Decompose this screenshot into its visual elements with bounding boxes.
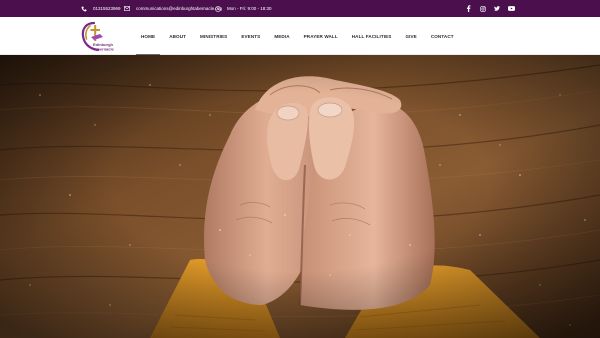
- instagram-icon: [480, 5, 486, 12]
- main-navigation: HOME ABOUT MINISTRIES EVENTS MEDIA PRAYE…: [134, 17, 461, 55]
- top-contact-bar: 01315523969 communications@edinburghtabe…: [0, 0, 600, 17]
- clock-icon: [215, 5, 221, 12]
- email-address: communications@edinburghtabernacle.org: [136, 6, 222, 11]
- nav-events[interactable]: EVENTS: [234, 17, 267, 55]
- facebook-link[interactable]: [466, 0, 471, 17]
- phone-contact[interactable]: 01315523969: [81, 0, 121, 17]
- site-logo[interactable]: Edinburgh Tabernacle: [80, 20, 122, 53]
- nav-contact[interactable]: CONTACT: [424, 17, 461, 55]
- nav-prayer-wall[interactable]: PRAYER WALL: [297, 17, 345, 55]
- site-header: Edinburgh Tabernacle HOME ABOUT MINISTRI…: [0, 17, 600, 55]
- twitter-icon: [494, 6, 500, 11]
- facebook-icon: [466, 5, 471, 12]
- nav-give[interactable]: GIVE: [398, 17, 423, 55]
- twitter-link[interactable]: [494, 0, 500, 17]
- nav-home[interactable]: HOME: [134, 17, 162, 55]
- youtube-link[interactable]: [508, 0, 515, 17]
- phone-icon: [81, 6, 87, 11]
- nav-ministries[interactable]: MINISTRIES: [193, 17, 234, 55]
- email-contact[interactable]: communications@edinburghtabernacle.org: [124, 0, 222, 17]
- hours-text: Mon - Fri: 9:00 - 18:30: [227, 6, 272, 11]
- hero-banner: [0, 55, 600, 338]
- logo-text-line-2: Tabernacle: [93, 47, 115, 52]
- youtube-icon: [508, 6, 515, 11]
- nav-media[interactable]: MEDIA: [267, 17, 296, 55]
- phone-number: 01315523969: [93, 6, 121, 11]
- envelope-icon: [124, 6, 130, 11]
- praying-hands-photo: [0, 55, 600, 338]
- nav-hall-facilities[interactable]: HALL FACILITIES: [345, 17, 399, 55]
- instagram-link[interactable]: [480, 0, 486, 17]
- church-logo-icon: Edinburgh Tabernacle: [81, 21, 115, 52]
- nav-about[interactable]: ABOUT: [162, 17, 193, 55]
- opening-hours: Mon - Fri: 9:00 - 18:30: [215, 0, 272, 17]
